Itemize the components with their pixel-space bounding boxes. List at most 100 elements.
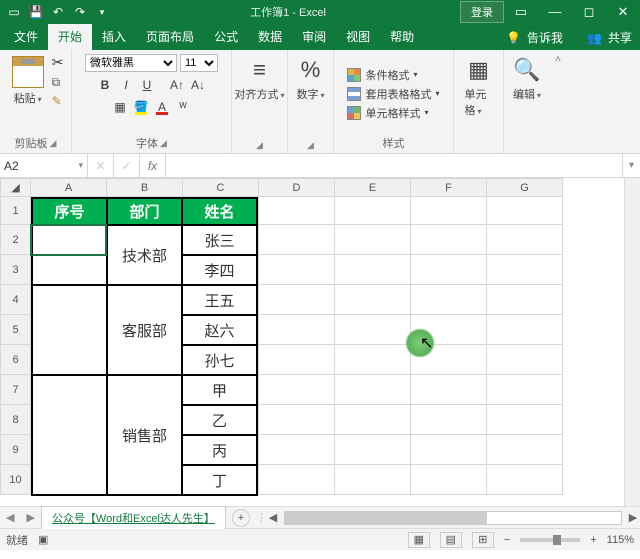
cell-E2[interactable]	[335, 225, 411, 255]
data-header-0[interactable]: 序号	[32, 198, 107, 225]
data-name-2[interactable]: 王五	[182, 285, 257, 315]
cell-G1[interactable]	[487, 197, 563, 225]
cell-G3[interactable]	[487, 255, 563, 285]
cell-D7[interactable]	[259, 375, 335, 405]
tab-4[interactable]: 公式	[204, 24, 248, 50]
sheet-tab[interactable]: 公众号【Word和Excel达人先生】	[41, 506, 226, 529]
data-name-0[interactable]: 张三	[182, 225, 257, 255]
cell-F1[interactable]	[411, 197, 487, 225]
cell-E7[interactable]	[335, 375, 411, 405]
cell-F3[interactable]	[411, 255, 487, 285]
share-button[interactable]: 共享	[608, 29, 632, 46]
save-icon[interactable]: 💾	[28, 4, 44, 20]
enter-formula-icon[interactable]: ✓	[114, 154, 140, 177]
cell-G10[interactable]	[487, 465, 563, 495]
cell-E9[interactable]	[335, 435, 411, 465]
login-button[interactable]: 登录	[460, 1, 504, 23]
cell-G6[interactable]	[487, 345, 563, 375]
tab-1[interactable]: 开始	[48, 24, 92, 50]
row-header-3[interactable]: 3	[1, 255, 31, 285]
row-header-7[interactable]: 7	[1, 375, 31, 405]
cell-E3[interactable]	[335, 255, 411, 285]
sheet-nav-next-icon[interactable]: ▶	[20, 511, 40, 524]
bold-button[interactable]: B	[96, 76, 114, 94]
format-painter-icon[interactable]: ✎	[52, 94, 64, 108]
cell-D1[interactable]	[259, 197, 335, 225]
cell-E8[interactable]	[335, 405, 411, 435]
formula-bar[interactable]	[166, 154, 622, 177]
tab-8[interactable]: 帮助	[380, 24, 424, 50]
cell-G7[interactable]	[487, 375, 563, 405]
shrink-font-button[interactable]: A↓	[189, 76, 207, 94]
data-serial-0[interactable]	[32, 225, 107, 285]
row-header-9[interactable]: 9	[1, 435, 31, 465]
cell-G5[interactable]	[487, 315, 563, 345]
cell-E6[interactable]	[335, 345, 411, 375]
qat-drop-icon[interactable]: ▾	[94, 4, 110, 20]
cell-F8[interactable]	[411, 405, 487, 435]
data-name-3[interactable]: 赵六	[182, 315, 257, 345]
tab-5[interactable]: 数据	[248, 24, 292, 50]
number-format-button[interactable]: % 数字	[293, 54, 329, 104]
zoom-in-icon[interactable]: +	[590, 534, 596, 546]
grow-font-button[interactable]: A↑	[168, 76, 186, 94]
cell-G8[interactable]	[487, 405, 563, 435]
vertical-scrollbar[interactable]	[624, 178, 640, 506]
cell-G2[interactable]	[487, 225, 563, 255]
macro-record-icon[interactable]: ▣	[38, 533, 48, 546]
row-header-10[interactable]: 10	[1, 465, 31, 495]
cell-D2[interactable]	[259, 225, 335, 255]
close-icon[interactable]: ✕	[606, 4, 640, 20]
cell-D8[interactable]	[259, 405, 335, 435]
format-table-button[interactable]: 套用表格格式▾	[347, 86, 439, 102]
cell-F9[interactable]	[411, 435, 487, 465]
new-sheet-button[interactable]: +	[232, 509, 250, 527]
data-name-5[interactable]: 甲	[182, 375, 257, 405]
redo-icon[interactable]: ↷	[72, 4, 88, 20]
zoom-slider[interactable]	[520, 538, 580, 542]
lightbulb-icon[interactable]: 💡	[506, 31, 521, 45]
col-header-D[interactable]: D	[259, 179, 335, 197]
conditional-format-button[interactable]: 条件格式▾	[347, 67, 439, 83]
cancel-formula-icon[interactable]: ✕	[88, 154, 114, 177]
tab-3[interactable]: 页面布局	[136, 24, 204, 50]
cell-E4[interactable]	[335, 285, 411, 315]
underline-button[interactable]: U	[138, 76, 156, 94]
cell-G4[interactable]	[487, 285, 563, 315]
data-name-1[interactable]: 李四	[182, 255, 257, 285]
cut-icon[interactable]: ✂	[52, 54, 64, 71]
phonetic-button[interactable]: ᵂ	[174, 98, 192, 116]
align-dialog-icon[interactable]: ◢	[256, 140, 263, 151]
maximize-icon[interactable]: ◻	[572, 4, 606, 20]
tab-6[interactable]: 审阅	[292, 24, 336, 50]
cell-D9[interactable]	[259, 435, 335, 465]
undo-icon[interactable]: ↶	[50, 4, 66, 20]
cell-D4[interactable]	[259, 285, 335, 315]
cell-D3[interactable]	[259, 255, 335, 285]
share-icon[interactable]: 👥	[587, 31, 602, 45]
fx-icon[interactable]: fx	[140, 154, 166, 177]
col-header-A[interactable]: A	[31, 179, 107, 197]
row-header-2[interactable]: 2	[1, 225, 31, 255]
fill-color-button[interactable]: 🪣	[132, 98, 150, 116]
font-name-select[interactable]: 微软雅黑	[85, 54, 177, 72]
page-break-view-icon[interactable]: ⊞	[472, 532, 494, 548]
tab-7[interactable]: 视图	[336, 24, 380, 50]
cell-styles-button[interactable]: 单元格样式▾	[347, 105, 439, 121]
border-button[interactable]: ▦	[111, 98, 129, 116]
tell-me[interactable]: 告诉我	[527, 29, 563, 46]
zoom-level[interactable]: 115%	[607, 534, 634, 546]
cell-F7[interactable]	[411, 375, 487, 405]
tab-0[interactable]: 文件	[4, 24, 48, 50]
cell-E1[interactable]	[335, 197, 411, 225]
select-all-corner[interactable]: ◢	[1, 179, 31, 197]
clipboard-dialog-icon[interactable]: ◢	[50, 138, 57, 149]
row-header-6[interactable]: 6	[1, 345, 31, 375]
row-header-5[interactable]: 5	[1, 315, 31, 345]
col-header-B[interactable]: B	[107, 179, 183, 197]
row-header-1[interactable]: 1	[1, 197, 31, 225]
font-size-select[interactable]: 11	[180, 54, 218, 72]
data-name-4[interactable]: 孙七	[182, 345, 257, 375]
autosave-icon[interactable]: ▭	[6, 4, 22, 20]
minimize-icon[interactable]: —	[538, 4, 572, 20]
